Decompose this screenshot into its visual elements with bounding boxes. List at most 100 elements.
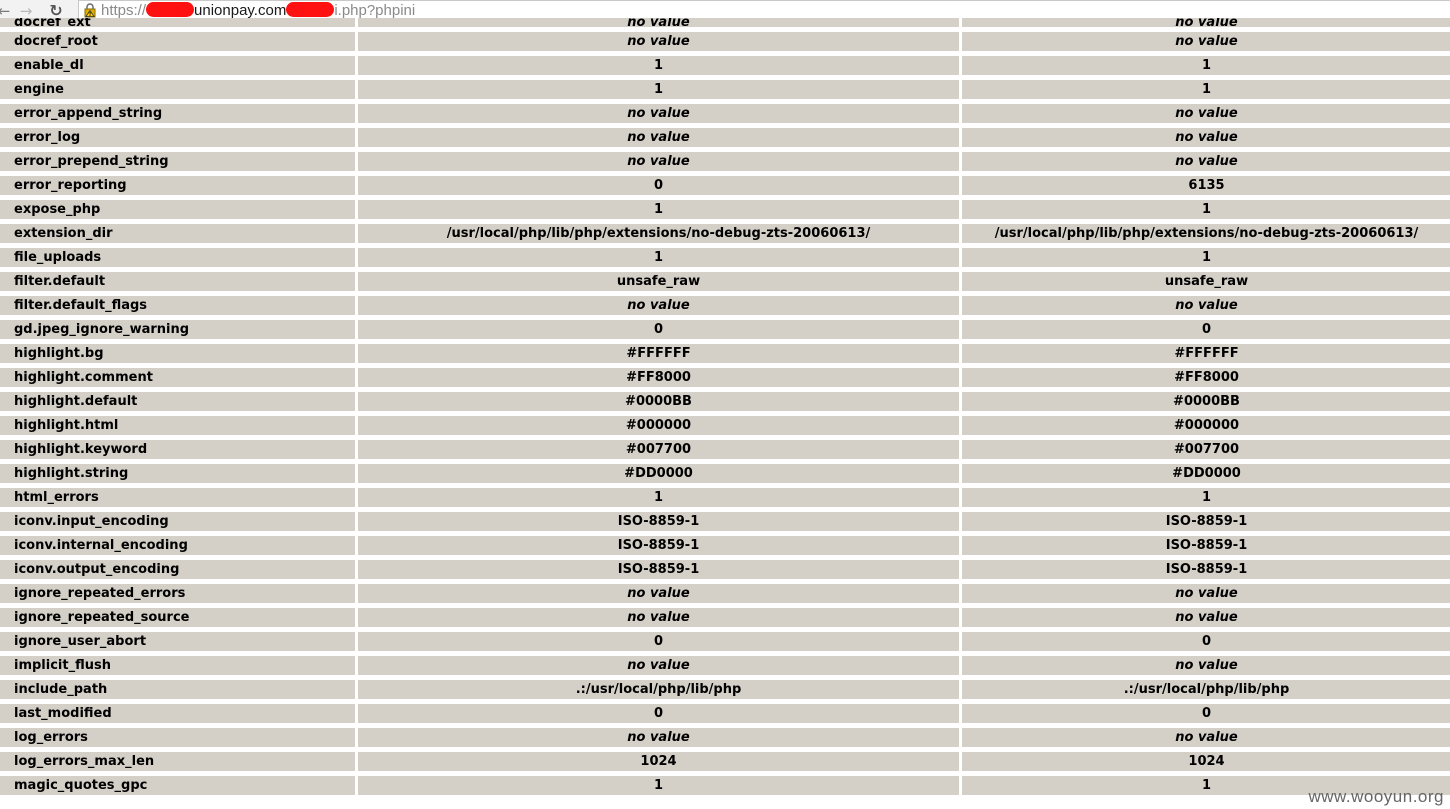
local-value: 1 bbox=[358, 56, 962, 80]
local-value: 1 bbox=[358, 80, 962, 104]
watermark: www.wooyun.org bbox=[1308, 787, 1444, 806]
master-value: #007700 bbox=[962, 440, 1450, 464]
table-row: docref_root no value no value bbox=[0, 32, 1450, 56]
local-value: 1 bbox=[358, 248, 962, 272]
directive-name: docref_ext bbox=[0, 18, 358, 32]
table-row: ignore_user_abort 0 0 bbox=[0, 632, 1450, 656]
local-value: /usr/local/php/lib/php/extensions/no-deb… bbox=[358, 224, 962, 248]
master-value: no value bbox=[962, 104, 1450, 128]
master-value: 0 bbox=[962, 704, 1450, 728]
directive-name: log_errors_max_len bbox=[0, 752, 358, 776]
master-value: #FFFFFF bbox=[962, 344, 1450, 368]
table-row: magic_quotes_gpc 1 1 bbox=[0, 776, 1450, 800]
url-host: unionpay.com bbox=[194, 2, 287, 19]
directive-name: highlight.default bbox=[0, 392, 358, 416]
local-value: no value bbox=[358, 728, 962, 752]
master-value: 1 bbox=[962, 248, 1450, 272]
table-row: highlight.keyword #007700 #007700 bbox=[0, 440, 1450, 464]
local-value: 1 bbox=[358, 200, 962, 224]
master-value: 1 bbox=[962, 56, 1450, 80]
redaction-mark bbox=[286, 2, 335, 17]
master-value: #FF8000 bbox=[962, 368, 1450, 392]
directive-name: gd.jpeg_ignore_warning bbox=[0, 320, 358, 344]
warning-lock-icon[interactable] bbox=[83, 3, 97, 18]
local-value: unsafe_raw bbox=[358, 272, 962, 296]
local-value: ISO-8859-1 bbox=[358, 560, 962, 584]
local-value: #000000 bbox=[358, 416, 962, 440]
directive-name: include_path bbox=[0, 680, 358, 704]
local-value: ISO-8859-1 bbox=[358, 536, 962, 560]
table-row: error_prepend_string no value no value bbox=[0, 152, 1450, 176]
local-value: ISO-8859-1 bbox=[358, 512, 962, 536]
table-row: extension_dir/usr/local/php/lib/php/exte… bbox=[0, 224, 1450, 248]
master-value: no value bbox=[962, 608, 1450, 632]
table-row: include_path .:/usr/local/php/lib/php .:/u… bbox=[0, 680, 1450, 704]
master-value: .:/usr/local/php/lib/php bbox=[962, 680, 1450, 704]
local-value: 0 bbox=[358, 320, 962, 344]
local-value: 0 bbox=[358, 176, 962, 200]
local-value: no value bbox=[358, 608, 962, 632]
table-row: ignore_repeated_source no value no value bbox=[0, 608, 1450, 632]
table-row: log_errors_max_len 1024 1024 bbox=[0, 752, 1450, 776]
master-value: 0 bbox=[962, 632, 1450, 656]
master-value: 0 bbox=[962, 320, 1450, 344]
local-value: no value bbox=[358, 104, 962, 128]
directive-name: highlight.html bbox=[0, 416, 358, 440]
directive-name: highlight.keyword bbox=[0, 440, 358, 464]
directive-name: iconv.internal_encoding bbox=[0, 536, 358, 560]
url-path: i.php?phpini bbox=[334, 2, 416, 19]
table-row: filter.default unsafe_raw unsafe_raw bbox=[0, 272, 1450, 296]
directive-name: ignore_user_abort bbox=[0, 632, 358, 656]
master-value: no value bbox=[962, 296, 1450, 320]
master-value: ISO-8859-1 bbox=[962, 560, 1450, 584]
directive-name: highlight.string bbox=[0, 464, 358, 488]
table-row: highlight.comment #FF8000 #FF8000 bbox=[0, 368, 1450, 392]
table-row: ignore_repeated_errors no value no value bbox=[0, 584, 1450, 608]
local-value: 1 bbox=[358, 488, 962, 512]
master-value: /usr/local/php/lib/php/extensions/no-deb… bbox=[962, 224, 1450, 248]
directive-name: extension_dir bbox=[0, 224, 358, 248]
table-row: expose_php 1 1 bbox=[0, 200, 1450, 224]
table-row: implicit_flush no value no value bbox=[0, 656, 1450, 680]
table-row: iconv.output_encoding ISO-8859-1 ISO-8859-… bbox=[0, 560, 1450, 584]
local-value: #FFFFFF bbox=[358, 344, 962, 368]
table-row: error_reporting 0 6135 bbox=[0, 176, 1450, 200]
master-value: ISO-8859-1 bbox=[962, 512, 1450, 536]
local-value: no value bbox=[358, 18, 962, 32]
local-value: no value bbox=[358, 128, 962, 152]
directive-name: error_log bbox=[0, 128, 358, 152]
directive-name: filter.default bbox=[0, 272, 358, 296]
local-value: #007700 bbox=[358, 440, 962, 464]
directive-name: iconv.input_encoding bbox=[0, 512, 358, 536]
local-value: no value bbox=[358, 152, 962, 176]
table-row: filter.default_flags no value no value bbox=[0, 296, 1450, 320]
directive-name: log_errors bbox=[0, 728, 358, 752]
local-value: #0000BB bbox=[358, 392, 962, 416]
local-value: #DD0000 bbox=[358, 464, 962, 488]
directive-name: error_prepend_string bbox=[0, 152, 358, 176]
master-value: no value bbox=[962, 728, 1450, 752]
local-value: no value bbox=[358, 584, 962, 608]
local-value: no value bbox=[358, 32, 962, 56]
directive-name: ignore_repeated_errors bbox=[0, 584, 358, 608]
master-value: #000000 bbox=[962, 416, 1450, 440]
local-value: 1024 bbox=[358, 752, 962, 776]
table-row: highlight.html #000000 #000000 bbox=[0, 416, 1450, 440]
table-row: engine 1 1 bbox=[0, 80, 1450, 104]
local-value: #FF8000 bbox=[358, 368, 962, 392]
master-value: ISO-8859-1 bbox=[962, 536, 1450, 560]
local-value: no value bbox=[358, 296, 962, 320]
table-row: highlight.string #DD0000 #DD0000 bbox=[0, 464, 1450, 488]
master-value: #DD0000 bbox=[962, 464, 1450, 488]
table-row: error_log no value no value bbox=[0, 128, 1450, 152]
master-value: no value bbox=[962, 656, 1450, 680]
master-value: no value bbox=[962, 18, 1450, 32]
local-value: 1 bbox=[358, 776, 962, 800]
table-row: iconv.input_encoding ISO-8859-1 ISO-8859-1 bbox=[0, 512, 1450, 536]
master-value: 1 bbox=[962, 488, 1450, 512]
directive-name: last_modified bbox=[0, 704, 358, 728]
directive-name: html_errors bbox=[0, 488, 358, 512]
table-row: enable_dl 1 1 bbox=[0, 56, 1450, 80]
directive-name: highlight.bg bbox=[0, 344, 358, 368]
directive-name: error_reporting bbox=[0, 176, 358, 200]
